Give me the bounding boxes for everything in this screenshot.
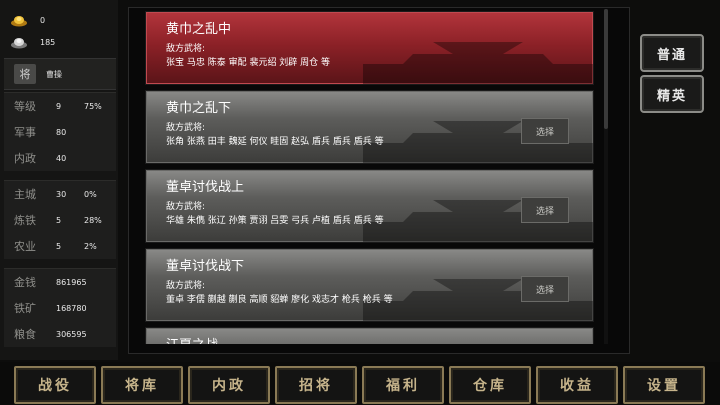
- battle-item[interactable]: 黄巾之乱中 敌方武将: 张宝 马忠 陈泰 审配 裴元绍 刘辟 周仓 等: [145, 11, 594, 85]
- battle-item[interactable]: 董卓讨伐战下 敌方武将: 董卓 李儒 蒯越 蒯良 高顺 貂蝉 廖化 戏志才 枪兵…: [145, 248, 594, 322]
- stat-row: 金钱 861965: [4, 269, 116, 295]
- stats-panel-a: 等级 9 75% 军事 80 内政 40: [4, 92, 116, 171]
- stat-percent: 75%: [84, 101, 102, 111]
- stat-row: 主城 30 0%: [4, 181, 116, 207]
- tab-generals[interactable]: 将库: [101, 366, 183, 404]
- stat-value: 306595: [56, 329, 87, 339]
- gold-ingot-icon: [11, 16, 27, 27]
- palace-silhouette-icon: [363, 42, 593, 84]
- battle-list[interactable]: 黄巾之乱中 敌方武将: 张宝 马忠 陈泰 审配 裴元绍 刘辟 周仓 等 黄巾之乱…: [131, 9, 601, 344]
- tab-welfare[interactable]: 福利: [362, 366, 444, 404]
- battle-item[interactable]: 江夏之战: [145, 327, 594, 344]
- stat-label: 军事: [14, 126, 36, 139]
- scrollbar-thumb[interactable]: [604, 9, 608, 129]
- enemy-label: 敌方武将:: [166, 44, 206, 54]
- silver-value: 185: [40, 37, 56, 47]
- silver-ingot-icon: [11, 38, 27, 49]
- stat-row: 粮食 306595: [4, 321, 116, 347]
- stat-label: 等级: [14, 100, 36, 113]
- stat-value: 9: [56, 101, 62, 111]
- enemy-label: 敌方武将:: [166, 281, 206, 291]
- elite-difficulty-button[interactable]: 精英: [640, 75, 704, 113]
- stats-panel-c: 金钱 861965 铁矿 168780 粮食 306595: [4, 268, 116, 347]
- stat-row: 等级 9 75%: [4, 93, 116, 119]
- stat-value: 80: [56, 127, 67, 137]
- stat-percent: 0%: [84, 189, 97, 199]
- tab-warehouse[interactable]: 仓库: [449, 366, 531, 404]
- general-portrait-icon: 将: [14, 64, 36, 84]
- battle-name: 黄巾之乱中: [166, 22, 232, 37]
- enemy-generals: 张角 张燕 田丰 魏延 何仪 眭固 赵弘 盾兵 盾兵 盾兵 等: [166, 137, 384, 147]
- stat-row: 内政 40: [4, 145, 116, 171]
- battle-name: 江夏之战: [166, 334, 218, 344]
- general-name: 曹操: [46, 69, 62, 79]
- normal-difficulty-button[interactable]: 普通: [640, 34, 704, 72]
- stat-label: 粮食: [14, 328, 36, 341]
- stat-label: 主城: [14, 188, 36, 201]
- stat-percent: 2%: [84, 241, 97, 251]
- silver-row: 185: [4, 32, 116, 52]
- stat-value: 5: [56, 215, 62, 225]
- tab-battle[interactable]: 战役: [14, 366, 96, 404]
- stat-value: 5: [56, 241, 62, 251]
- stat-row: 铁矿 168780: [4, 295, 116, 321]
- stat-row: 炼铁 5 28%: [4, 207, 116, 233]
- stat-row: 农业 5 2%: [4, 233, 116, 259]
- stat-label: 金钱: [14, 276, 36, 289]
- stats-panel-b: 主城 30 0% 炼铁 5 28% 农业 5 2%: [4, 180, 116, 259]
- tab-income[interactable]: 收益: [536, 366, 618, 404]
- stat-row: 军事 80: [4, 119, 116, 145]
- choose-button[interactable]: 选择: [521, 197, 569, 223]
- battle-item[interactable]: 黄巾之乱下 敌方武将: 张角 张燕 田丰 魏延 何仪 眭固 赵弘 盾兵 盾兵 盾…: [145, 90, 594, 164]
- battle-name: 黄巾之乱下: [166, 101, 232, 116]
- battle-name: 董卓讨伐战上: [166, 180, 245, 195]
- stat-label: 炼铁: [14, 214, 36, 227]
- stat-value: 30: [56, 189, 67, 199]
- choose-button[interactable]: 选择: [521, 276, 569, 302]
- stat-value: 40: [56, 153, 67, 163]
- battle-item[interactable]: 董卓讨伐战上 敌方武将: 华雄 朱儁 张辽 孙策 贾诩 吕雯 弓兵 卢植 盾兵 …: [145, 169, 594, 243]
- tab-settings[interactable]: 设置: [623, 366, 705, 404]
- stat-value: 861965: [56, 277, 87, 287]
- stat-label: 农业: [14, 240, 36, 253]
- enemy-label: 敌方武将:: [166, 123, 206, 133]
- bottom-tab-bar: 战役 将库 内政 招将 福利 仓库 收益 设置: [0, 362, 720, 405]
- sidebar: 0 185 将 曹操 等级 9 75% 军事 80 内政 40 主城 30 0%…: [0, 0, 118, 360]
- enemy-generals: 张宝 马忠 陈泰 审配 裴元绍 刘辟 周仓 等: [166, 58, 331, 68]
- enemy-generals: 华雄 朱儁 张辽 孙策 贾诩 吕雯 弓兵 卢植 盾兵 盾兵 等: [166, 216, 384, 226]
- stat-value: 168780: [56, 303, 87, 313]
- enemy-label: 敌方武将:: [166, 202, 206, 212]
- battle-name: 董卓讨伐战下: [166, 259, 245, 274]
- stat-label: 铁矿: [14, 302, 36, 315]
- enemy-generals: 董卓 李儒 蒯越 蒯良 高顺 貂蝉 廖化 戏志才 枪兵 枪兵 等: [166, 295, 393, 305]
- stat-label: 内政: [14, 152, 36, 165]
- gold-row: 0: [4, 10, 116, 30]
- choose-button[interactable]: 选择: [521, 118, 569, 144]
- tab-recruit[interactable]: 招将: [275, 366, 357, 404]
- stat-percent: 28%: [84, 215, 102, 225]
- general-card[interactable]: 将 曹操: [4, 58, 116, 90]
- tab-internal[interactable]: 内政: [188, 366, 270, 404]
- gold-value: 0: [40, 15, 46, 25]
